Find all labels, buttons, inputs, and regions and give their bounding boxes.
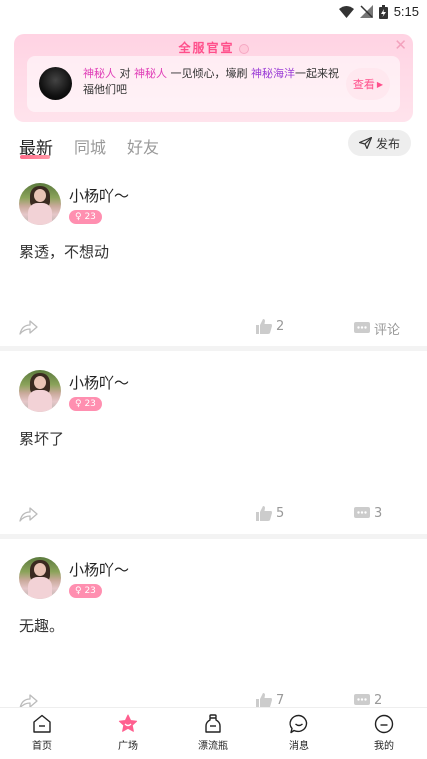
comment-button[interactable]: 评论 (354, 319, 400, 338)
comment-icon (354, 507, 370, 518)
avatar[interactable] (19, 370, 61, 412)
comment-button[interactable]: 3 (354, 506, 382, 521)
post-divider (0, 534, 427, 539)
like-button[interactable]: 2 (256, 319, 284, 334)
banner-card: 神秘人 对 神秘人 一见倾心，壕刷 神秘海洋一起来祝福他们吧 查看 ▶ (27, 56, 400, 112)
wifi-icon (338, 5, 354, 18)
signal-off-icon (359, 5, 373, 18)
nav-profile[interactable]: 我的 (354, 714, 414, 752)
battery-charging-icon (378, 4, 388, 19)
tab-local[interactable]: 同城 (74, 134, 106, 158)
comment-icon (354, 322, 370, 333)
bottom-nav: 首页 广场 漂流瓶 消息 我的 (0, 707, 427, 759)
post-content: 累坏了 (19, 430, 65, 448)
like-button[interactable]: 5 (256, 506, 284, 521)
post-actions: 5 3 (0, 506, 427, 526)
thumbs-up-icon (256, 319, 272, 334)
post-actions: 2 评论 (0, 319, 427, 339)
view-button[interactable]: 查看 ▶ (346, 68, 390, 100)
age-badge: ♀ 23 (69, 584, 102, 598)
feed-tabs: 最新 同城 好友 发布 (0, 128, 427, 164)
post-content: 累透，不想动 (19, 243, 110, 261)
post-author[interactable]: 小杨吖～ (69, 559, 129, 580)
banner-title: 全服官宣 (14, 39, 413, 56)
age-badge: ♀ 23 (69, 397, 102, 411)
nav-square[interactable]: 广场 (98, 714, 158, 752)
post-card[interactable]: 小杨吖～ ♀ 23 累透，不想动 2 评论 (0, 183, 427, 343)
post-divider (0, 346, 427, 351)
comment-icon (354, 694, 370, 705)
age-badge: ♀ 23 (69, 210, 102, 224)
send-icon (358, 137, 372, 149)
clock: 5:15 (393, 4, 419, 19)
message-icon (289, 714, 308, 734)
avatar[interactable] (19, 183, 61, 225)
bubble-icon (238, 43, 249, 54)
comment-button[interactable]: 2 (354, 693, 382, 708)
nav-home[interactable]: 首页 (12, 714, 72, 752)
nav-bottle[interactable]: 漂流瓶 (183, 714, 243, 752)
post-author[interactable]: 小杨吖～ (69, 185, 129, 206)
share-icon[interactable] (19, 319, 38, 339)
publish-button[interactable]: 发布 (348, 130, 411, 156)
post-card[interactable]: 小杨吖～ ♀ 23 累坏了 5 3 (0, 370, 427, 530)
bottle-icon (205, 714, 221, 733)
square-icon (118, 714, 138, 732)
announcement-banner[interactable]: 全服官宣 ✕ 神秘人 对 神秘人 一见倾心，壕刷 神秘海洋一起来祝福他们吧 查看… (14, 34, 413, 122)
status-bar: 5:15 (0, 0, 427, 26)
banner-message: 神秘人 对 神秘人 一见倾心，壕刷 神秘海洋一起来祝福他们吧 (83, 67, 339, 96)
close-icon[interactable]: ✕ (394, 36, 407, 54)
profile-icon (374, 714, 394, 734)
post-author[interactable]: 小杨吖～ (69, 372, 129, 393)
thumbs-up-icon (256, 506, 272, 521)
mystery-avatar (39, 67, 72, 100)
home-icon (33, 714, 51, 733)
avatar[interactable] (19, 557, 61, 599)
tab-indicator (20, 155, 50, 159)
post-card[interactable]: 小杨吖～ ♀ 23 无趣。 7 2 (0, 557, 427, 717)
nav-messages[interactable]: 消息 (269, 714, 329, 752)
caret-right-icon: ▶ (376, 79, 384, 89)
share-icon[interactable] (19, 506, 38, 526)
thumbs-up-icon (256, 693, 272, 708)
tab-friends[interactable]: 好友 (127, 134, 159, 158)
post-content: 无趣。 (19, 617, 65, 635)
like-button[interactable]: 7 (256, 693, 284, 708)
